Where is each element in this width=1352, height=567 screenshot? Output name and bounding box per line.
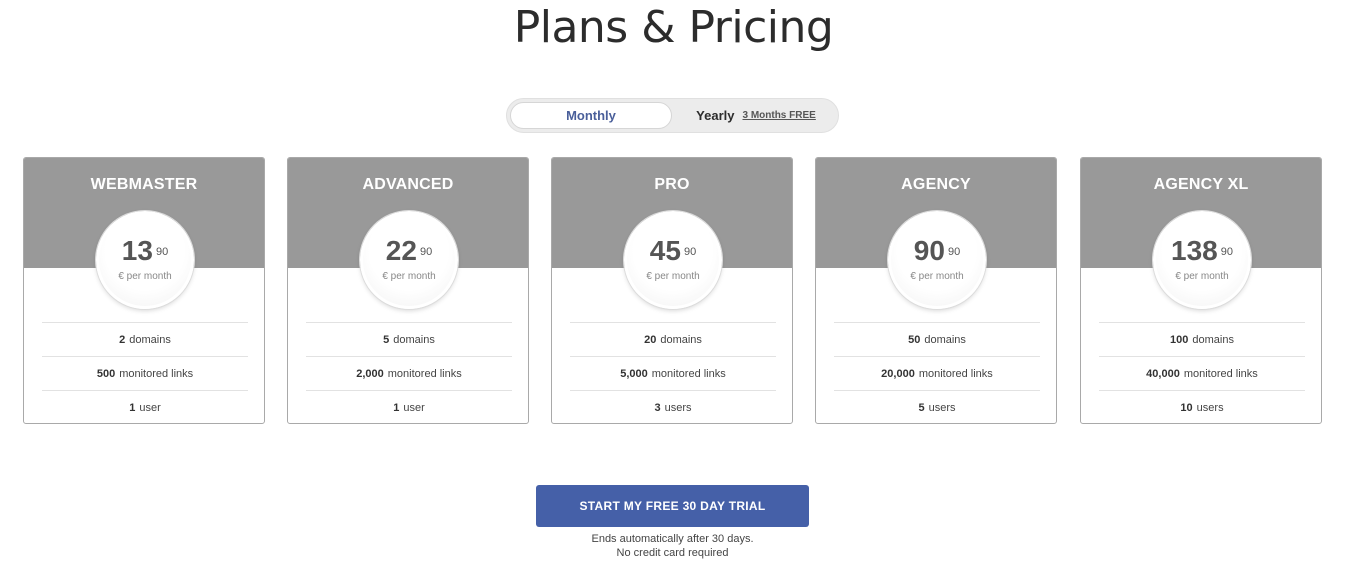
feature-label: domains xyxy=(660,333,702,346)
price-period: € per month xyxy=(382,271,436,282)
feature-label: domains xyxy=(1192,333,1234,346)
feature-row: 5 domains xyxy=(306,322,512,356)
feature-value: 50 xyxy=(908,333,921,346)
feature-row: 2,000 monitored links xyxy=(306,356,512,390)
price-amount: 22 90 xyxy=(363,236,455,266)
price-whole: 13 xyxy=(121,235,153,266)
feature-row: 40,000 monitored links xyxy=(1099,356,1305,390)
feature-value: 2,000 xyxy=(356,367,384,380)
price-badge: 90 90 € per month xyxy=(888,211,986,309)
price-badge: 22 90 € per month xyxy=(360,211,458,309)
price-period: € per month xyxy=(1175,271,1229,282)
price-whole: 90 xyxy=(913,235,945,266)
plan-card-pro: PRO 45 90 € per month 20 domains 5,000 moni… xyxy=(551,157,793,424)
feature-row: 2 domains xyxy=(42,322,248,356)
feature-row: 1 user xyxy=(306,390,512,423)
feature-value: 5 xyxy=(383,333,390,346)
price-whole: 138 xyxy=(1171,235,1218,266)
feature-label: domains xyxy=(393,333,435,346)
feature-value: 100 xyxy=(1170,333,1189,346)
billing-toggle[interactable]: Monthly Yearly 3 Months FREE xyxy=(506,98,839,133)
feature-label: monitored links xyxy=(918,367,993,380)
feature-row: 50 domains xyxy=(834,322,1040,356)
page-title: Plans & Pricing xyxy=(513,2,834,53)
feature-row: 5,000 monitored links xyxy=(570,356,776,390)
feature-list: 2 domains 500 monitored links 1 user xyxy=(42,322,248,423)
feature-label: monitored links xyxy=(1183,367,1258,380)
price-period: € per month xyxy=(646,271,700,282)
price-whole: 45 xyxy=(649,235,681,266)
feature-row: 20 domains xyxy=(570,322,776,356)
price-amount: 45 90 xyxy=(627,236,719,266)
price-amount: 13 90 xyxy=(99,236,191,266)
plan-name: WEBMASTER xyxy=(90,176,198,193)
plan-name: PRO xyxy=(654,176,690,193)
feature-label: users xyxy=(664,401,692,414)
feature-row: 20,000 monitored links xyxy=(834,356,1040,390)
price-badge: 138 90 € per month xyxy=(1153,211,1251,309)
trial-note: Ends automatically after 30 days. No cre… xyxy=(0,532,1345,560)
trial-note-line-1: Ends automatically after 30 days. xyxy=(591,533,754,545)
plan-name: ADVANCED xyxy=(362,176,454,193)
feature-value: 500 xyxy=(96,367,116,380)
price-cents: 90 xyxy=(1220,246,1233,258)
plan-card-webmaster: WEBMASTER 13 90 € per month 2 domains 500 m… xyxy=(23,157,265,424)
feature-value: 5,000 xyxy=(620,367,648,380)
plan-name: AGENCY xyxy=(901,176,971,193)
feature-row: 100 domains xyxy=(1099,322,1305,356)
feature-value: 20,000 xyxy=(881,367,915,380)
price-whole: 22 xyxy=(385,235,417,266)
toggle-monthly-option[interactable]: Monthly xyxy=(510,102,672,129)
feature-row: 1 user xyxy=(42,390,248,423)
feature-row: 10 users xyxy=(1099,390,1305,423)
price-cents: 90 xyxy=(947,246,961,258)
plan-card-agency: AGENCY 90 90 € per month 50 domains 20,000… xyxy=(815,157,1057,424)
feature-value: 5 xyxy=(918,401,925,414)
price-cents: 90 xyxy=(155,246,169,258)
feature-label: monitored links xyxy=(651,367,726,380)
toggle-yearly-label: Yearly xyxy=(696,108,735,123)
price-cents: 90 xyxy=(419,246,433,258)
feature-label: domains xyxy=(924,333,966,346)
start-trial-button[interactable]: START MY FREE 30 DAY TRIAL xyxy=(536,485,809,527)
feature-row: 3 users xyxy=(570,390,776,423)
feature-value: 1 xyxy=(393,401,400,414)
feature-label: monitored links xyxy=(387,367,462,380)
toggle-yearly-option[interactable]: Yearly 3 Months FREE xyxy=(677,102,835,129)
yearly-promo-badge: 3 Months FREE xyxy=(742,110,816,121)
price-period: € per month xyxy=(910,271,964,282)
feature-value: 20 xyxy=(644,333,657,346)
feature-value: 1 xyxy=(129,401,136,414)
feature-list: 20 domains 5,000 monitored links 3 users xyxy=(570,322,776,423)
feature-label: user xyxy=(139,401,161,414)
plans-list: WEBMASTER 13 90 € per month 2 domains 500 m… xyxy=(23,157,1323,424)
feature-list: 5 domains 2,000 monitored links 1 user xyxy=(306,322,512,423)
feature-label: user xyxy=(403,401,425,414)
price-badge: 45 90 € per month xyxy=(624,211,722,309)
feature-label: domains xyxy=(129,333,171,346)
trial-note-line-2: No credit card required xyxy=(616,547,729,559)
feature-row: 5 users xyxy=(834,390,1040,423)
feature-list: 100 domains 40,000 monitored links 10 users xyxy=(1099,322,1305,423)
feature-value: 2 xyxy=(119,333,126,346)
feature-label: monitored links xyxy=(119,367,194,380)
plan-card-agency-xl: AGENCY XL 138 90 € per month 100 domains 4… xyxy=(1080,157,1322,424)
price-badge: 13 90 € per month xyxy=(96,211,194,309)
feature-list: 50 domains 20,000 monitored links 5 users xyxy=(834,322,1040,423)
feature-value: 10 xyxy=(1180,401,1193,414)
feature-label: users xyxy=(928,401,956,414)
feature-label: users xyxy=(1196,401,1224,414)
price-period: € per month xyxy=(118,271,172,282)
feature-value: 40,000 xyxy=(1146,367,1180,380)
toggle-monthly-label: Monthly xyxy=(566,108,616,123)
plan-card-advanced: ADVANCED 22 90 € per month 5 domains 2,000… xyxy=(287,157,529,424)
price-amount: 90 90 xyxy=(891,236,983,266)
price-amount: 138 90 xyxy=(1156,236,1248,266)
feature-value: 3 xyxy=(654,401,661,414)
feature-row: 500 monitored links xyxy=(42,356,248,390)
price-cents: 90 xyxy=(683,246,697,258)
plan-name: AGENCY XL xyxy=(1153,176,1249,193)
